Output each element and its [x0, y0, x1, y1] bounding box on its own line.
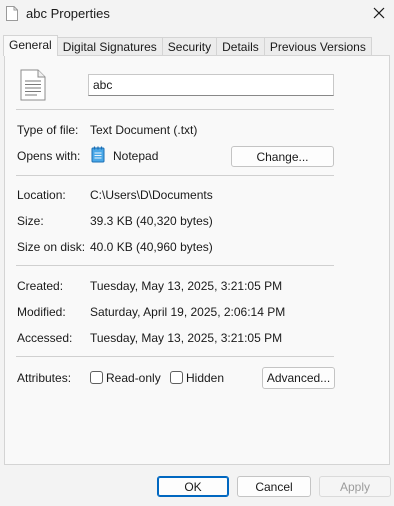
change-button[interactable]: Change... [231, 146, 334, 167]
hidden-checkbox[interactable] [170, 371, 183, 384]
size-value: 39.3 KB (40,320 bytes) [90, 214, 213, 228]
advanced-button[interactable]: Advanced... [262, 367, 335, 389]
attributes-label: Attributes: [17, 371, 72, 385]
accessed-value: Tuesday, May 13, 2025, 3:21:05 PM [90, 331, 283, 345]
ok-button[interactable]: OK [157, 476, 229, 497]
tab-strip: General Digital Signatures Security Deta… [3, 35, 372, 56]
separator [16, 175, 334, 176]
file-name-input[interactable] [88, 74, 334, 96]
apply-button[interactable]: Apply [319, 476, 391, 497]
modified-label: Modified: [17, 305, 66, 319]
notepad-icon [91, 146, 105, 163]
type-label: Type of file: [17, 123, 79, 137]
close-button[interactable] [364, 0, 394, 26]
text-file-icon [20, 69, 46, 101]
size-on-disk-value: 40.0 KB (40,960 bytes) [90, 240, 213, 254]
opens-with-label: Opens with: [17, 149, 81, 163]
separator [16, 109, 334, 110]
separator [16, 356, 334, 357]
window-title: abc Properties [26, 6, 110, 21]
close-icon [373, 7, 385, 19]
separator [16, 265, 334, 266]
hidden-label[interactable]: Hidden [186, 371, 224, 385]
title-bar: abc Properties [0, 0, 394, 30]
location-label: Location: [17, 188, 66, 202]
accessed-label: Accessed: [17, 331, 73, 345]
size-on-disk-label: Size on disk: [17, 240, 86, 254]
tab-previous-versions[interactable]: Previous Versions [263, 37, 372, 56]
cancel-button[interactable]: Cancel [237, 476, 311, 497]
opens-with-app: Notepad [113, 149, 159, 163]
modified-value: Saturday, April 19, 2025, 2:06:14 PM [90, 305, 286, 319]
size-label: Size: [17, 214, 44, 228]
created-value: Tuesday, May 13, 2025, 3:21:05 PM [90, 279, 283, 293]
document-icon [6, 6, 18, 21]
read-only-checkbox[interactable] [90, 371, 103, 384]
location-value: C:\Users\D\Documents [90, 188, 213, 202]
tab-digital-signatures[interactable]: Digital Signatures [56, 37, 163, 56]
tab-general[interactable]: General [3, 35, 58, 56]
type-value: Text Document (.txt) [90, 123, 198, 137]
tab-security[interactable]: Security [161, 37, 218, 56]
created-label: Created: [17, 279, 64, 293]
read-only-label[interactable]: Read-only [106, 371, 161, 385]
general-panel [4, 55, 390, 465]
tab-details[interactable]: Details [216, 37, 265, 56]
